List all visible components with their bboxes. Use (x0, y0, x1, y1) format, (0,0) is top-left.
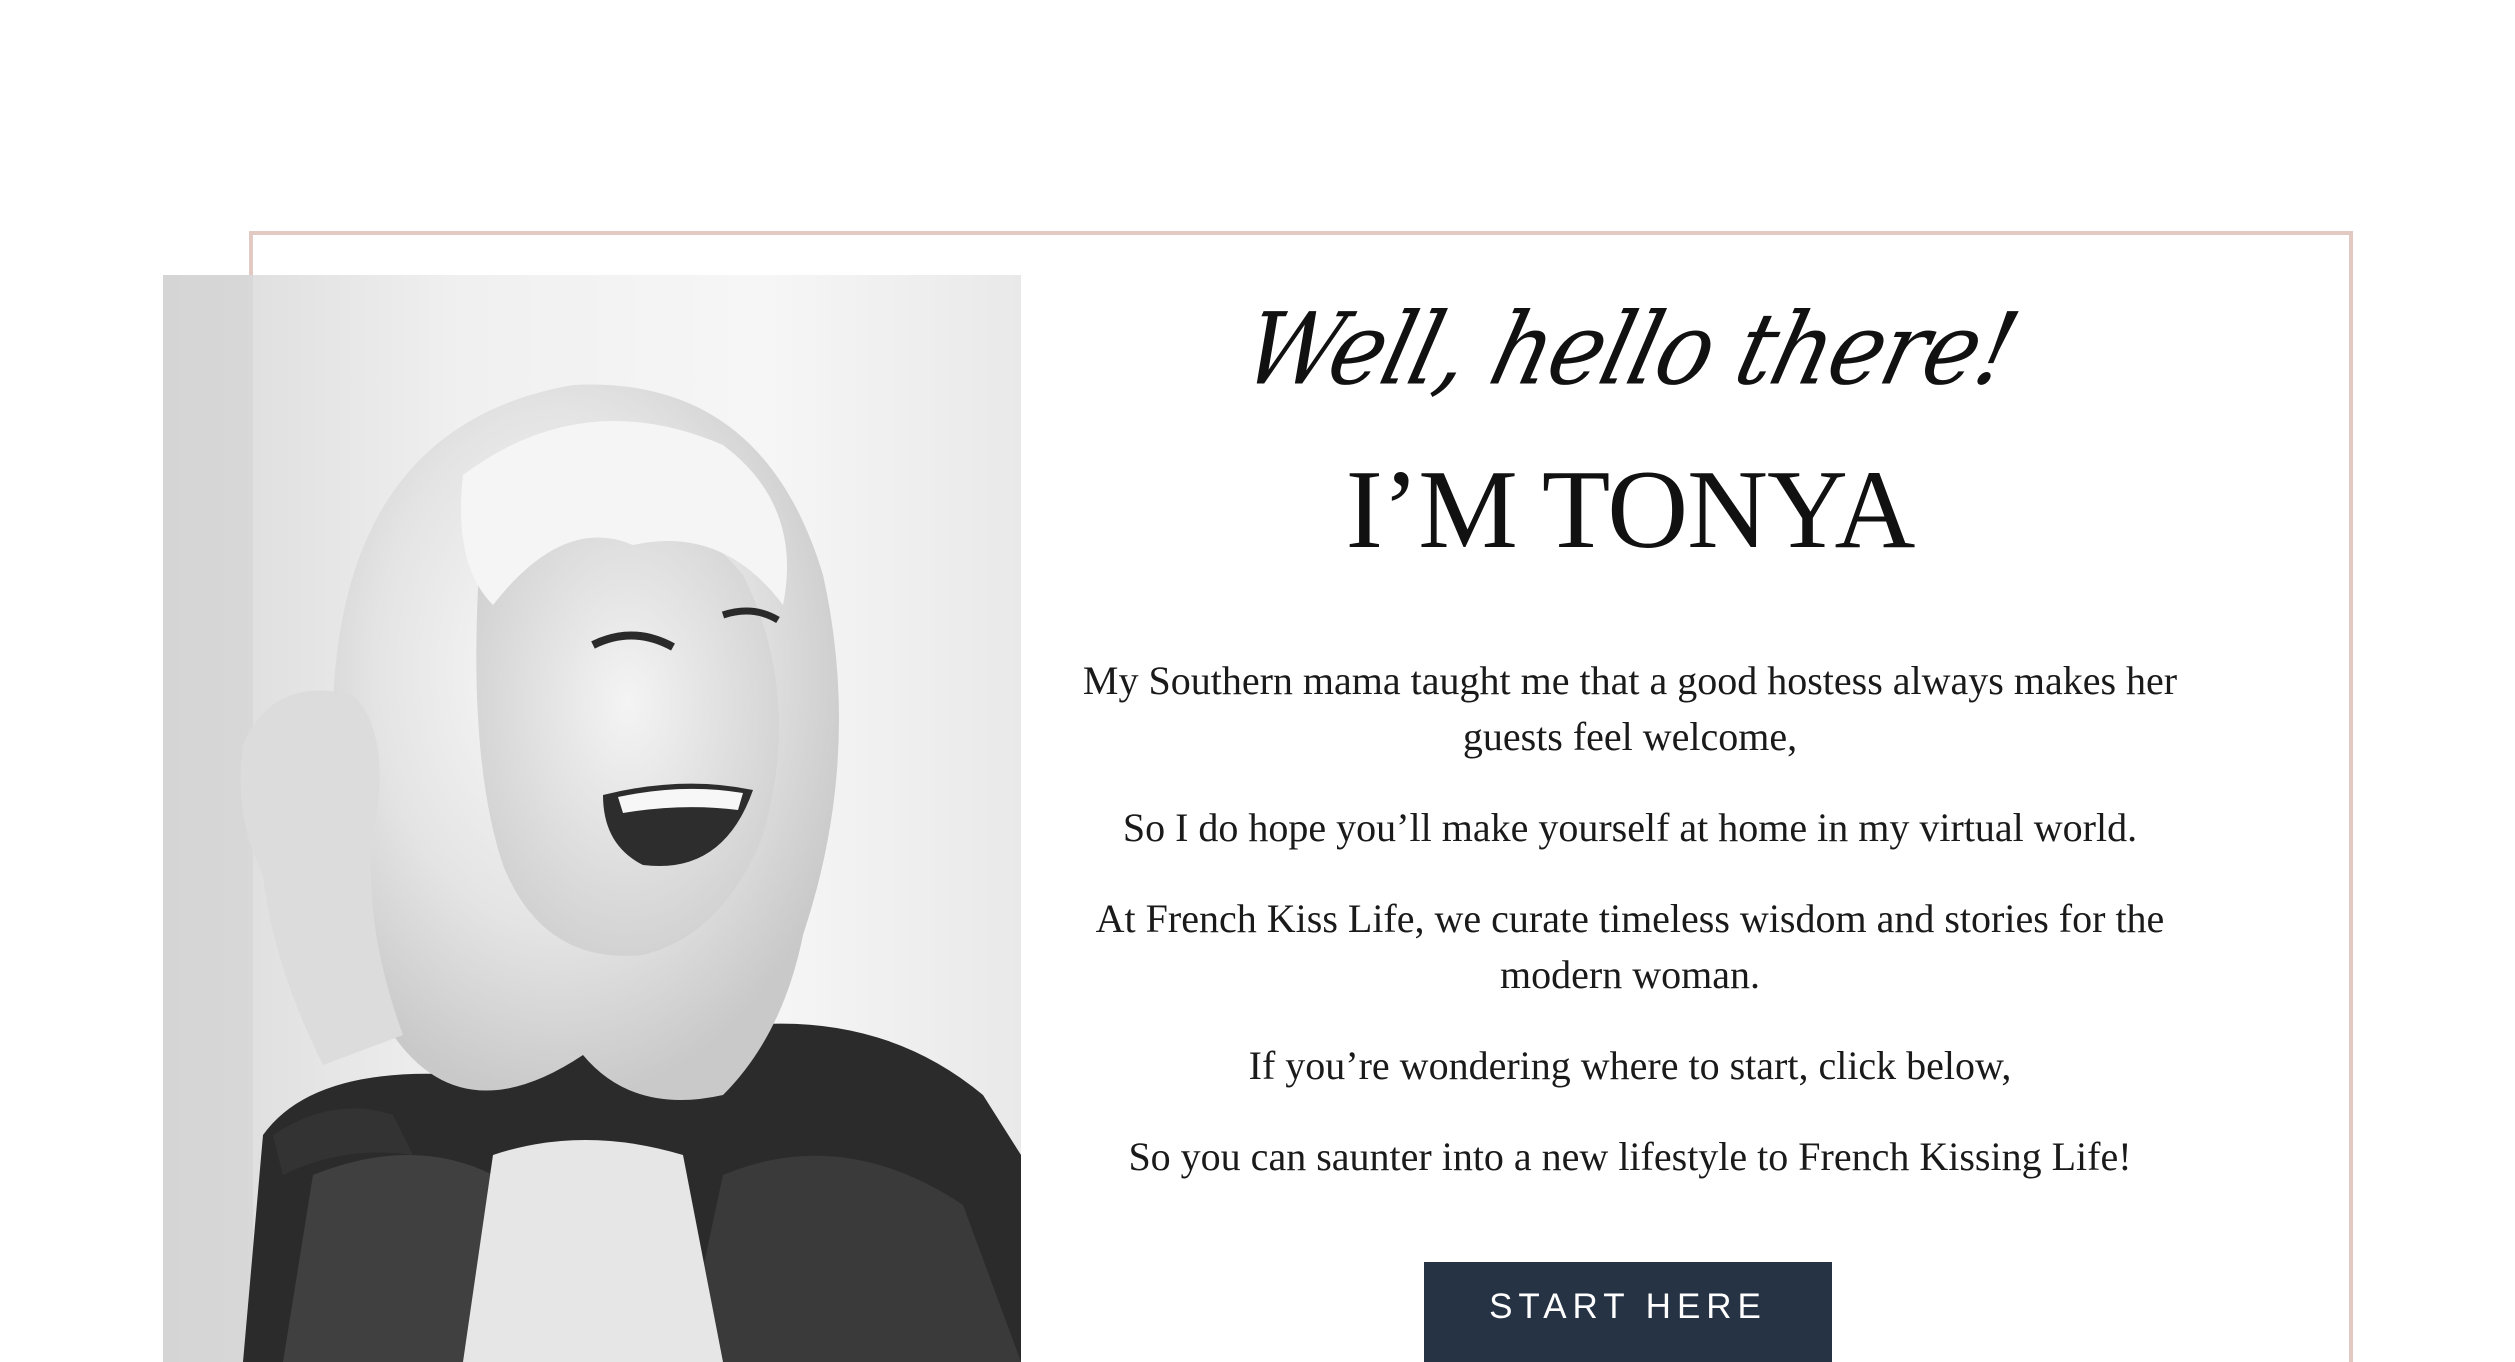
page-title: I’M TONYA (1345, 448, 1916, 572)
intro-paragraph-3: At French Kiss Life, we curate timeless … (1095, 896, 2165, 997)
intro-paragraph-2: So I do hope you’ll make yourself at hom… (1122, 805, 2138, 850)
intro-paragraph-1: My Southern mama taught me that a good h… (1082, 658, 2178, 759)
intro-paragraph-4: If you’re wondering where to start, clic… (1248, 1043, 2012, 1088)
intro-paragraph-5: So you can saunter into a new lifestyle … (1128, 1134, 2132, 1179)
start-here-button[interactable]: START HERE (1424, 1262, 1832, 1362)
intro-content: Well, hello there! I’M TONYA My Southern… (1040, 290, 2220, 1185)
portrait-photo (163, 275, 1021, 1362)
greeting-script: Well, hello there! (1232, 291, 2028, 408)
start-here-button-label: START HERE (1489, 1287, 1767, 1326)
